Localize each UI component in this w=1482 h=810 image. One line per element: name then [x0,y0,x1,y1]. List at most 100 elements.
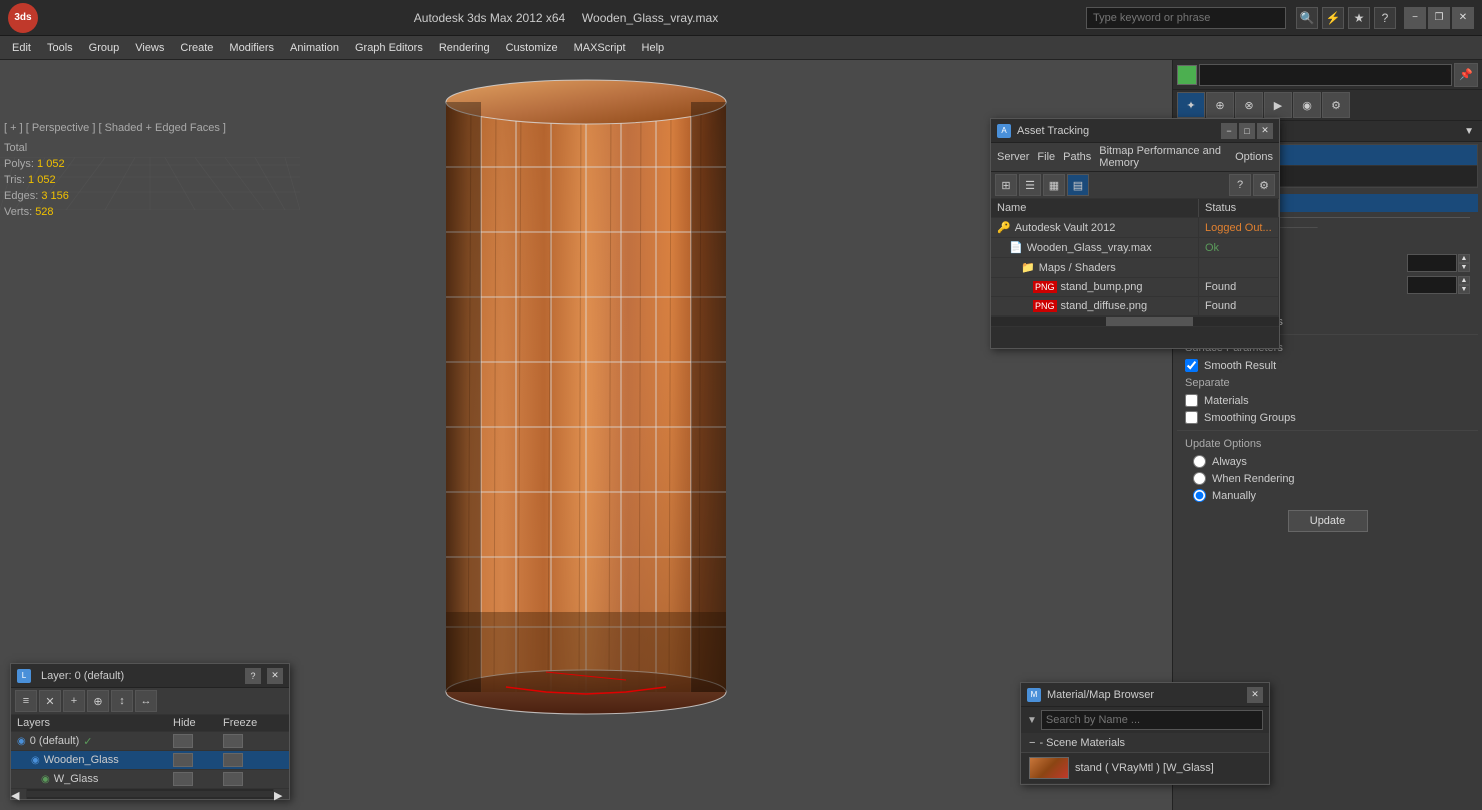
asset-close-btn[interactable]: ✕ [1257,123,1273,139]
materials-row: Materials [1177,392,1478,409]
restore-btn[interactable]: ❐ [1428,7,1450,29]
menu-customize[interactable]: Customize [498,40,566,56]
command-panel-tabs: ✦ ⊕ ⊗ ▶ ◉ ⚙ [1173,90,1482,121]
at-server-menu[interactable]: Server [997,151,1029,163]
manually-radio[interactable] [1193,489,1206,502]
create-tab[interactable]: ✦ [1177,92,1205,118]
menu-help[interactable]: Help [634,40,673,56]
smoothing-groups-checkbox[interactable] [1185,411,1198,424]
title-search-area: 🔍 ⚡ ★ ? [1086,7,1396,29]
at-row-vault[interactable]: 🔑 Autodesk Vault 2012 Logged Out... [991,218,1279,238]
iterations-input[interactable]: 0 [1407,254,1457,272]
layers-help-btn[interactable]: ? [245,668,261,684]
layer-freeze-wg [223,753,283,767]
layers-row-default[interactable]: ◉ 0 (default) ✓ [11,732,289,751]
update-button[interactable]: Update [1288,510,1368,532]
freeze-indicator-wg[interactable] [223,753,243,767]
asset-minimize-btn[interactable]: − [1221,123,1237,139]
at-bitmap-menu[interactable]: Bitmap Performance and Memory [1099,145,1227,169]
at-tb-6[interactable]: ⚙ [1253,174,1275,196]
menu-edit[interactable]: Edit [4,40,39,56]
at-tb-1[interactable]: ⊞ [995,174,1017,196]
hide-indicator-default[interactable] [173,734,193,748]
hierarchy-tab[interactable]: ⊗ [1235,92,1263,118]
at-row-diffuse[interactable]: PNG stand_diffuse.png Found [991,297,1279,316]
render-iters-up[interactable]: ▲ [1458,276,1470,285]
layers-tb-add[interactable]: + [63,690,85,712]
layers-row-w-glass[interactable]: ◉ W_Glass [11,770,289,789]
smooth-result-row: Smooth Result [1177,357,1478,374]
asset-tracking-window: A Asset Tracking − □ ✕ Server File Paths… [990,118,1280,349]
utilities-tab[interactable]: ⚙ [1322,92,1350,118]
at-paths-menu[interactable]: Paths [1063,151,1091,163]
hide-indicator-wg[interactable] [173,753,193,767]
display-tab[interactable]: ◉ [1293,92,1321,118]
iterations-spinner: ▲ ▼ [1458,254,1470,272]
menu-rendering[interactable]: Rendering [431,40,498,56]
smooth-result-checkbox[interactable] [1185,359,1198,372]
app-logo: 3ds [8,3,38,33]
asset-restore-btn[interactable]: □ [1239,123,1255,139]
layers-tb-merge[interactable]: ⊕ [87,690,109,712]
at-tb-3[interactable]: ▦ [1043,174,1065,196]
bookmark-btn[interactable]: ★ [1348,7,1370,29]
materials-checkbox[interactable] [1185,394,1198,407]
rp-toolbar: W_Glass 📌 [1173,60,1482,90]
when-rendering-radio[interactable] [1193,472,1206,485]
layers-scrollbar[interactable]: ◀ ▶ [11,789,289,799]
at-row-bump[interactable]: PNG stand_bump.png Found [991,278,1279,297]
manually-row: Manually [1177,487,1478,504]
layers-close-btn[interactable]: ✕ [267,668,283,684]
layers-tb-other[interactable]: ↔ [135,690,157,712]
title-icons: 🔍 ⚡ ★ ? [1296,7,1396,29]
at-tb-4[interactable]: ▤ [1067,174,1089,196]
at-row-maps[interactable]: 📁 Maps / Shaders [991,258,1279,278]
help-search-btn[interactable]: ⚡ [1322,7,1344,29]
at-tb-5[interactable]: ? [1229,174,1251,196]
menu-modifiers[interactable]: Modifiers [221,40,282,56]
info-btn[interactable]: ? [1374,7,1396,29]
at-tb-2[interactable]: ☰ [1019,174,1041,196]
menu-views[interactable]: Views [127,40,172,56]
menu-tools[interactable]: Tools [39,40,81,56]
menu-group[interactable]: Group [81,40,128,56]
pin-btn[interactable]: 📌 [1454,63,1478,87]
at-options-menu[interactable]: Options [1235,151,1273,163]
at-scrollbar[interactable] [991,316,1279,326]
layers-col-hide: Hide [173,717,223,729]
at-row-max[interactable]: 📄 Wooden_Glass_vray.max Ok [991,238,1279,258]
at-file-menu[interactable]: File [1037,151,1055,163]
scroll-left-btn[interactable]: ◀ [11,789,27,799]
close-btn[interactable]: ✕ [1452,7,1474,29]
render-iters-down[interactable]: ▼ [1458,285,1470,294]
menu-animation[interactable]: Animation [282,40,347,56]
always-radio[interactable] [1193,455,1206,468]
smoothing-groups-row: Smoothing Groups [1177,409,1478,426]
mb-search-input[interactable] [1041,710,1263,730]
motion-tab[interactable]: ▶ [1264,92,1292,118]
layers-tb-sort[interactable]: ↕ [111,690,133,712]
iterations-down[interactable]: ▼ [1458,263,1470,272]
layers-tb-delete[interactable]: ✕ [39,690,61,712]
mb-close-btn[interactable]: ✕ [1247,687,1263,703]
freeze-indicator-wglass[interactable] [223,772,243,786]
menu-graph-editors[interactable]: Graph Editors [347,40,431,56]
modify-tab[interactable]: ⊕ [1206,92,1234,118]
layer-name-wooden-glass: ◉ Wooden_Glass [17,754,173,766]
layers-tb-layers[interactable]: ≡ [15,690,37,712]
search-input[interactable] [1086,7,1286,29]
object-color-swatch[interactable] [1177,65,1197,85]
scroll-right-btn[interactable]: ▶ [273,789,289,799]
menu-maxscript[interactable]: MAXScript [566,40,634,56]
mb-item-stand[interactable]: stand ( VRayMtl ) [W_Glass] [1021,753,1269,784]
hide-indicator-wglass[interactable] [173,772,193,786]
render-iters-input[interactable]: 2 [1407,276,1457,294]
freeze-indicator-default[interactable] [223,734,243,748]
layers-icon: L [17,669,31,683]
iterations-up[interactable]: ▲ [1458,254,1470,263]
object-name-field[interactable]: W_Glass [1199,64,1452,86]
layers-row-wooden-glass[interactable]: ◉ Wooden_Glass [11,751,289,770]
minimize-btn[interactable]: − [1404,7,1426,29]
menu-create[interactable]: Create [172,40,221,56]
search-icon-btn[interactable]: 🔍 [1296,7,1318,29]
